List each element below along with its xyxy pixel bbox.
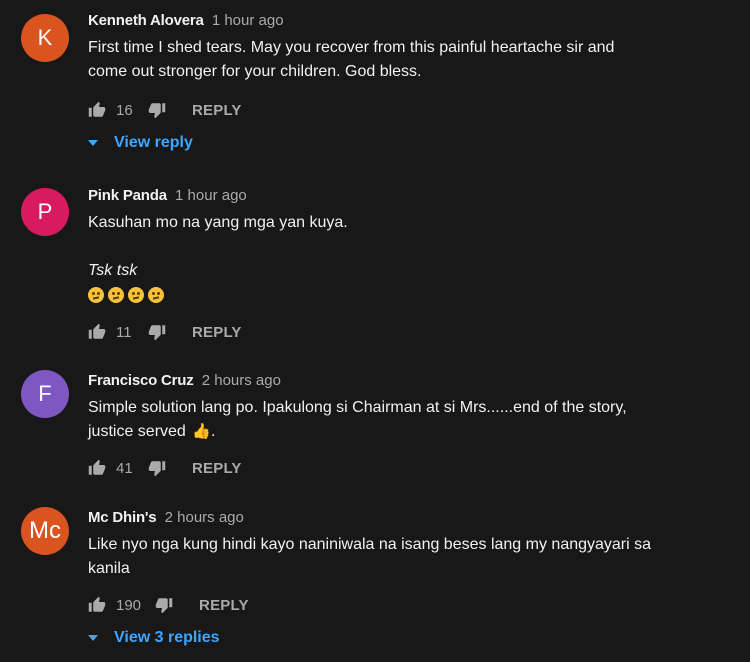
caret-down-icon: [88, 635, 98, 641]
like-count: 41: [116, 459, 133, 477]
comment-text: Simple solution lang po. Ipakulong si Ch…: [88, 396, 730, 444]
comment-toolbar: 16 REPLY: [88, 98, 242, 122]
comment-author[interactable]: Kenneth Alovera: [88, 12, 204, 29]
avatar[interactable]: P: [21, 188, 69, 236]
comment-timestamp[interactable]: 1 hour ago: [212, 12, 284, 29]
thumbs-up-icon[interactable]: [88, 323, 106, 341]
confused-face-emoji: [108, 287, 124, 303]
thumbs-up-emoji: 👍: [192, 423, 211, 440]
reply-button[interactable]: REPLY: [192, 324, 242, 341]
caret-down-icon: [88, 140, 98, 146]
thumbs-down-icon[interactable]: [148, 323, 166, 341]
thumbs-up-icon[interactable]: [88, 596, 106, 614]
thumbs-down-icon[interactable]: [148, 101, 166, 119]
avatar[interactable]: F: [21, 370, 69, 418]
avatar[interactable]: Mc: [21, 507, 69, 555]
confused-face-emoji: [148, 287, 164, 303]
comment-toolbar: 41 REPLY: [88, 456, 242, 480]
thumbs-down-icon[interactable]: [155, 596, 173, 614]
comment-timestamp[interactable]: 1 hour ago: [175, 187, 247, 204]
view-replies-button[interactable]: View reply: [88, 132, 193, 154]
reply-button[interactable]: REPLY: [192, 102, 242, 119]
comment-text: Kasuhan mo na yang mga yan kuya. Tsk tsk: [88, 211, 730, 305]
like-count: 16: [116, 101, 133, 119]
comment-toolbar: 190 REPLY: [88, 593, 249, 617]
confused-face-emoji: [88, 287, 104, 303]
view-replies-button[interactable]: View 3 replies: [88, 627, 220, 649]
comment-author[interactable]: Pink Panda: [88, 187, 167, 204]
comment-text: Like nyo nga kung hindi kayo naniniwala …: [88, 536, 652, 577]
emoji-row: [88, 285, 730, 305]
comment-text: First time I shed tears. May you recover…: [88, 39, 615, 80]
comment-timestamp[interactable]: 2 hours ago: [202, 372, 281, 389]
comment-author[interactable]: Mc Dhin's: [88, 509, 157, 526]
like-count: 190: [116, 596, 142, 614]
comment-toolbar: 11 REPLY: [88, 320, 242, 344]
comment-timestamp[interactable]: 2 hours ago: [165, 509, 244, 526]
reply-button[interactable]: REPLY: [192, 460, 242, 477]
confused-face-emoji: [128, 287, 144, 303]
reply-button[interactable]: REPLY: [199, 597, 249, 614]
comment-author[interactable]: Francisco Cruz: [88, 372, 194, 389]
thumbs-down-icon[interactable]: [148, 459, 166, 477]
thumbs-up-icon[interactable]: [88, 459, 106, 477]
thumbs-up-icon[interactable]: [88, 101, 106, 119]
avatar[interactable]: K: [21, 14, 69, 62]
like-count: 11: [116, 323, 132, 341]
